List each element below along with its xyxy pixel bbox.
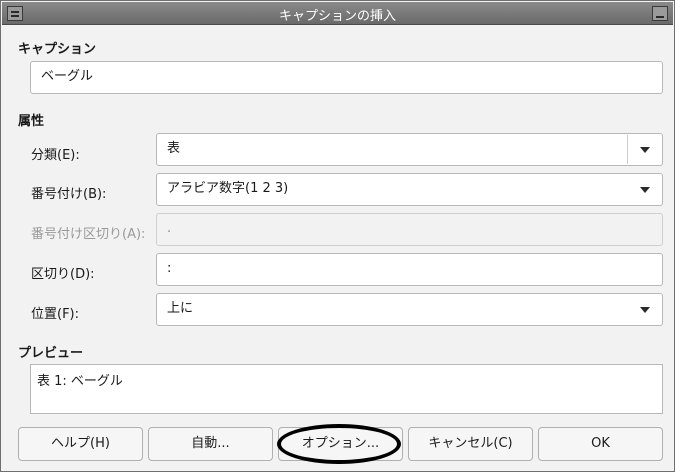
caption-input[interactable]: ベーグル xyxy=(30,61,663,94)
chevron-down-icon[interactable] xyxy=(640,187,650,193)
separator-input[interactable]: : xyxy=(156,253,663,286)
insert-caption-dialog: キャプションの挿入 キャプション ベーグル 属性 分類(E): 表 番号付け(B… xyxy=(0,0,675,472)
numbering-label: 番号付け(B): xyxy=(31,187,107,202)
window-title: キャプションの挿入 xyxy=(278,9,396,24)
chevron-down-icon[interactable] xyxy=(640,147,650,153)
chevron-down-icon[interactable] xyxy=(640,307,650,313)
auto-button[interactable]: 自動... xyxy=(148,427,273,461)
numbering-dropdown[interactable]: アラビア数字(1 2 3) xyxy=(156,173,663,206)
preview-text: 表 1: ベーグル xyxy=(37,374,123,389)
numbering-separator-label: 番号付け区切り(A): xyxy=(31,227,146,242)
numbering-separator-input: . xyxy=(156,213,663,246)
combo-divider xyxy=(627,135,628,164)
properties-section-label: 属性 xyxy=(18,114,45,129)
category-label: 分類(E): xyxy=(31,148,80,163)
category-combobox[interactable]: 表 xyxy=(156,133,663,166)
caption-section-label: キャプション xyxy=(18,42,97,57)
help-button[interactable]: ヘルプ(H) xyxy=(18,427,143,461)
preview-section-label: プレビュー xyxy=(18,346,84,361)
preview-box: 表 1: ベーグル xyxy=(30,364,663,414)
position-label: 位置(F): xyxy=(31,307,80,322)
numbering-value: アラビア数字(1 2 3) xyxy=(167,181,289,196)
ok-button[interactable]: OK xyxy=(538,427,663,461)
position-value: 上に xyxy=(167,301,194,316)
cancel-button[interactable]: キャンセル(C) xyxy=(408,427,533,461)
title-bar[interactable]: キャプションの挿入 xyxy=(2,2,673,25)
category-value: 表 xyxy=(167,141,181,156)
options-button[interactable]: オプション... xyxy=(278,427,403,461)
position-dropdown[interactable]: 上に xyxy=(156,293,663,326)
separator-label: 区切り(D): xyxy=(31,267,95,282)
maximize-icon[interactable] xyxy=(652,6,668,21)
